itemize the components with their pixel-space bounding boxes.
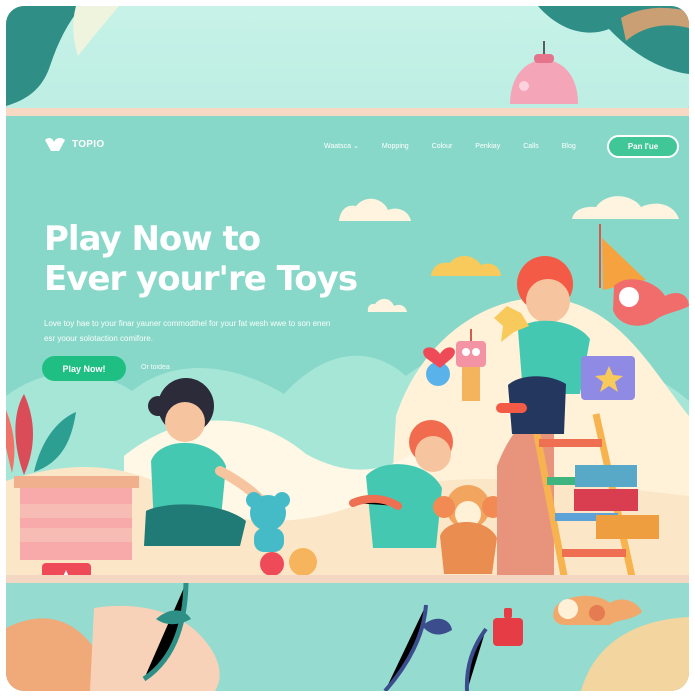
brand[interactable]: TOPIO (44, 136, 104, 152)
hero-illustration (6, 196, 689, 575)
top-illustration (6, 6, 689, 106)
red-ball (260, 552, 284, 575)
bottom-illustration (6, 583, 689, 691)
nav-item-3[interactable]: Penkiay (475, 143, 500, 150)
brand-logo-icon (45, 137, 65, 151)
hero-subtitle: Love toy hae to your finar yauner commod… (44, 319, 331, 343)
nav-item-1[interactable]: Mopping (382, 143, 409, 150)
website-page: TOPIO Waatsca ⌄ Mopping Colour Penkiay C… (6, 108, 689, 583)
lamp-cap (534, 54, 554, 63)
blue-plant-stem (383, 604, 428, 691)
top-left-leaf-light (73, 6, 119, 56)
bottom-illustration-band (6, 583, 689, 691)
puppet-face (619, 287, 639, 307)
chevron-down-icon: ⌄ (352, 143, 359, 150)
nav-item-0[interactable]: Waatsca ⌄ (324, 142, 359, 150)
brand-name: TOPIO (72, 138, 105, 150)
pink-lamp (510, 60, 578, 104)
lamp-highlight (519, 81, 529, 91)
nav-item-4[interactable]: Calls (523, 143, 539, 150)
bottom-right-hill (581, 617, 689, 691)
table-drawer-lower (20, 528, 132, 542)
table-top (14, 476, 139, 488)
table-drawer (20, 504, 132, 518)
nav-cta-button[interactable]: Pan I'ue (607, 135, 679, 158)
yellow-ball (289, 548, 317, 575)
pink-table (20, 488, 132, 560)
red-toy-icon (493, 618, 523, 646)
nav-item-0-label: Waatsca (324, 143, 351, 150)
secondary-link[interactable]: Or toidea (141, 364, 170, 371)
play-now-button[interactable]: Play Now! (42, 356, 126, 381)
nav-links: Waatsca ⌄ Mopping Colour Penkiay Calls B… (324, 142, 576, 151)
nav-item-5[interactable]: Blog (562, 143, 576, 150)
blue-plant-stem-2 (464, 627, 488, 691)
screenshot-frame: TOPIO Waatsca ⌄ Mopping Colour Penkiay C… (6, 6, 689, 691)
dog-toy-icon (553, 595, 642, 625)
top-left-leaf (6, 6, 82, 106)
red-toy-top (504, 608, 512, 618)
top-illustration-band (6, 6, 689, 106)
hero-title: Play Now to Ever your're Toys (44, 219, 358, 299)
bottom-left-shape (90, 605, 220, 691)
nav-item-2[interactable]: Colour (432, 143, 453, 150)
navigation-bar: TOPIO Waatsca ⌄ Mopping Colour Penkiay C… (6, 116, 689, 170)
blue-plant-leaf (422, 618, 452, 635)
